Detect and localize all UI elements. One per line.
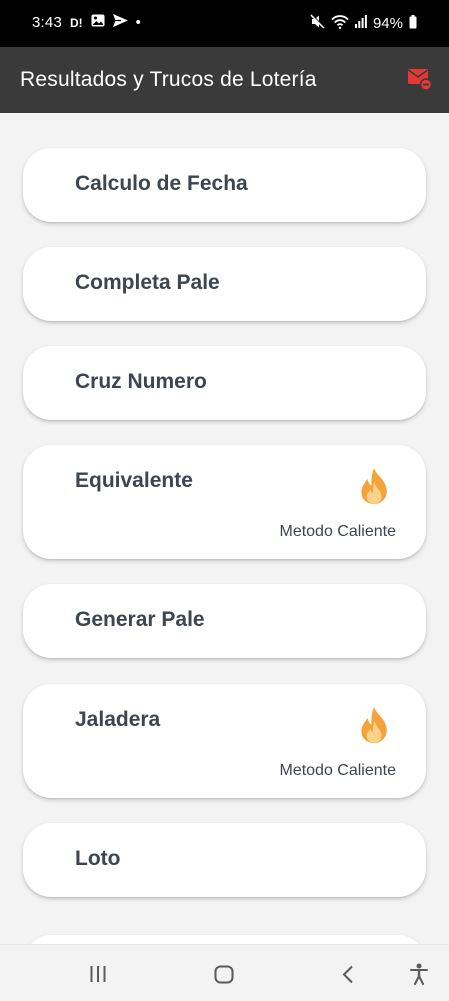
- status-dot: •: [135, 14, 141, 31]
- recent-apps-icon[interactable]: [89, 965, 107, 988]
- status-time: 3:43: [32, 14, 62, 31]
- app-bar: Resultados y Trucos de Lotería: [0, 47, 449, 113]
- card-generar-pale[interactable]: Generar Pale: [23, 584, 426, 658]
- card-jaladera[interactable]: Jaladera Metodo Caliente: [23, 684, 426, 798]
- mute-icon: [310, 14, 325, 33]
- wifi-icon: [331, 14, 349, 33]
- card-completa-pale[interactable]: Completa Pale: [23, 247, 426, 321]
- battery-percent: 94%: [372, 15, 403, 32]
- status-marker: D!: [70, 15, 83, 30]
- card-title: Calculo de Fecha: [75, 172, 248, 195]
- signal-icon: [354, 15, 367, 32]
- card-loto[interactable]: Loto: [23, 823, 426, 897]
- home-icon[interactable]: [214, 965, 234, 989]
- card-title: Cruz Numero: [75, 370, 207, 393]
- system-nav-bar: [0, 944, 449, 1001]
- status-left: 3:43 D! •: [32, 14, 141, 31]
- card-title: Jaladera: [75, 708, 161, 731]
- status-bar: 3:43 D! • 94%: [0, 0, 449, 47]
- card-title: Loto: [75, 847, 121, 870]
- back-icon[interactable]: [342, 965, 354, 989]
- mail-notification-icon[interactable]: [408, 69, 433, 91]
- card-calculo-de-fecha[interactable]: Calculo de Fecha: [23, 148, 426, 222]
- card-equivalente[interactable]: Equivalente Metodo Caliente: [23, 445, 426, 559]
- fire-icon: [359, 467, 389, 505]
- app-title: Resultados y Trucos de Lotería: [20, 68, 317, 91]
- fire-icon: [359, 706, 389, 744]
- battery-icon: [409, 14, 417, 33]
- card-partial[interactable]: [23, 935, 426, 944]
- card-title: Generar Pale: [75, 608, 205, 631]
- card-subtitle: Metodo Caliente: [279, 762, 396, 779]
- card-cruz-numero[interactable]: Cruz Numero: [23, 346, 426, 420]
- gallery-icon: [91, 14, 105, 31]
- accessibility-icon[interactable]: [410, 963, 428, 990]
- card-title: Completa Pale: [75, 271, 220, 294]
- card-subtitle: Metodo Caliente: [279, 523, 396, 540]
- card-title: Equivalente: [75, 469, 193, 492]
- menu-list: Calculo de Fecha Completa Pale Cruz Nume…: [0, 113, 449, 944]
- status-right: 94%: [310, 14, 417, 33]
- send-icon: [112, 14, 128, 31]
